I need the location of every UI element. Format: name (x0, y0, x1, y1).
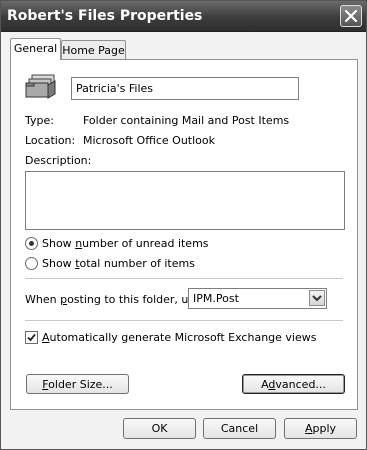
window-title: Robert's Files Properties (7, 8, 203, 24)
cancel-label: Cancel (220, 422, 259, 435)
posting-form-value: IPM.Post (193, 292, 239, 305)
type-label: Type: (25, 114, 54, 127)
show-unread-label[interactable]: Show number of unread items (42, 237, 209, 250)
tab-general[interactable]: General (10, 38, 61, 60)
general-tab-panel: Patricia's Files Type: Folder containing… (10, 59, 358, 410)
folder-name-field[interactable]: Patricia's Files (71, 77, 299, 100)
description-label: Description: (25, 154, 92, 167)
folder-size-label: Folder Size... (42, 378, 113, 391)
separator (25, 278, 343, 279)
posting-label: When posting to this folder, use: (25, 293, 205, 306)
description-field[interactable] (25, 171, 345, 230)
folder-stack-icon (25, 74, 56, 99)
close-button[interactable] (340, 5, 362, 27)
title-bar[interactable]: Robert's Files Properties (1, 1, 366, 32)
properties-dialog: Robert's Files Properties General Home P… (0, 0, 367, 450)
tab-general-label: General (13, 42, 58, 55)
dropdown-button[interactable] (309, 290, 325, 306)
show-total-radio[interactable] (25, 257, 38, 270)
type-value: Folder containing Mail and Post Items (83, 114, 290, 127)
show-unread-radio[interactable] (25, 237, 38, 250)
tab-home-page[interactable]: Home Page (61, 40, 126, 59)
ok-button[interactable]: OK (123, 418, 196, 439)
ok-label: OK (151, 422, 168, 435)
checkmark-icon (27, 333, 36, 342)
chevron-down-icon (312, 295, 322, 302)
posting-form-select[interactable]: IPM.Post (188, 288, 327, 309)
location-value: Microsoft Office Outlook (83, 134, 215, 147)
close-icon (345, 10, 357, 22)
folder-size-button[interactable]: Folder Size... (26, 374, 129, 394)
cancel-button[interactable]: Cancel (203, 418, 276, 439)
apply-button[interactable]: Apply (284, 418, 357, 439)
advanced-label: Advanced... (261, 378, 326, 391)
auto-views-checkbox[interactable] (25, 331, 38, 344)
radio-selected-dot (29, 241, 34, 246)
show-total-label[interactable]: Show total number of items (42, 257, 195, 270)
location-label: Location: (25, 134, 76, 147)
apply-label: Apply (304, 422, 337, 435)
separator (25, 320, 343, 321)
advanced-button[interactable]: Advanced... (242, 374, 345, 394)
folder-name-value: Patricia's Files (76, 82, 154, 95)
auto-views-label[interactable]: Automatically generate Microsoft Exchang… (42, 331, 316, 344)
tab-home-page-label: Home Page (62, 44, 125, 57)
